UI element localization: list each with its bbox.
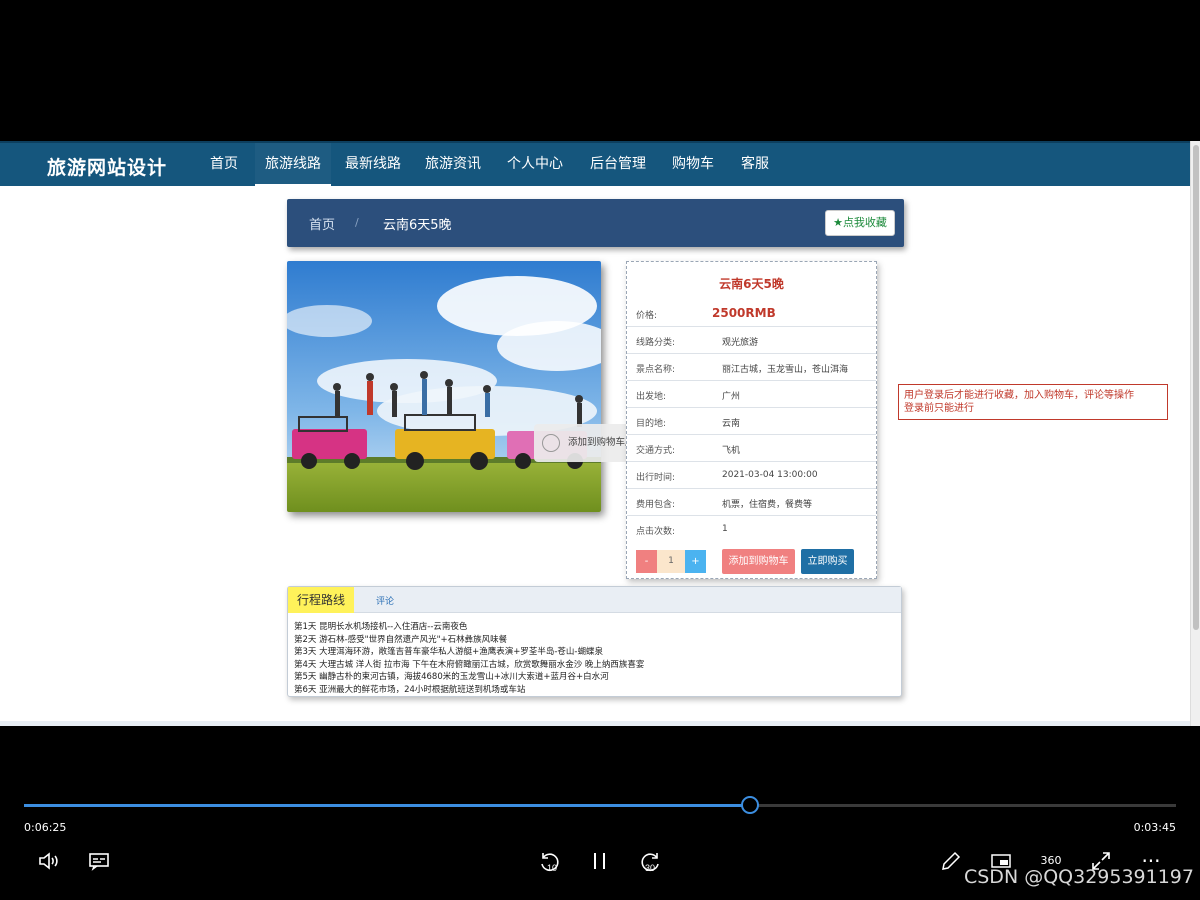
nav-home[interactable]: 首页: [200, 143, 248, 186]
tour-photo: [287, 261, 601, 512]
nav-routes[interactable]: 旅游线路: [255, 143, 331, 186]
seek-bar[interactable]: [24, 796, 1176, 814]
info-value: 云南: [722, 419, 741, 429]
remaining-time: 0:03:45: [1133, 821, 1176, 834]
info-row-transport: 交通方式: 飞机: [627, 435, 876, 462]
info-label: 价格:: [636, 311, 658, 321]
tour-photo-image: [287, 261, 601, 512]
star-icon: ★: [833, 216, 843, 229]
login-notice-line1: 用户登录后才能进行收藏，加入购物车，评论等操作: [904, 390, 1134, 401]
favorite-button-label: 点我收藏: [842, 216, 887, 229]
info-label: 点击次数:: [636, 527, 676, 537]
info-value: 观光旅游: [722, 338, 759, 348]
info-value: 丽江古城，玉龙雪山，苍山洱海: [722, 365, 849, 375]
info-row-clicks: 点击次数: 1: [627, 516, 876, 543]
info-label: 出发地:: [636, 392, 667, 402]
route-tabs-panel: 行程路线 评论 第1天 昆明长水机场接机--入住酒店--云南夜色 第2天 游石林…: [287, 586, 902, 697]
page-scrollbar[interactable]: [1190, 141, 1200, 726]
top-navbar: 旅游网站设计 首页 旅游线路 最新线路 旅游资讯 个人中心 后台管理 购物车 客…: [0, 141, 1190, 186]
subtitles-icon[interactable]: [86, 849, 112, 878]
forward-30-icon[interactable]: 30: [636, 849, 664, 880]
price-value: 2500RMB: [712, 306, 776, 320]
info-label: 费用包含:: [636, 500, 676, 510]
volume-icon[interactable]: [36, 849, 62, 878]
login-notice-line2: 登录前只能进行: [904, 403, 974, 414]
nav-customer-service[interactable]: 客服: [731, 143, 779, 186]
info-label: 景点名称:: [636, 365, 676, 375]
nav-admin[interactable]: 后台管理: [580, 143, 656, 186]
quantity-input[interactable]: 1: [657, 550, 685, 573]
breadcrumb: 首页 / 云南6天5晚 ★点我收藏: [287, 199, 904, 247]
itinerary-day: 第6天 亚洲最大的鲜花市场，24小时根据航班送到机场或车站: [294, 684, 526, 695]
smile-icon: [542, 434, 560, 452]
info-label: 交通方式:: [636, 446, 676, 456]
webpage-frame: 旅游网站设计 首页 旅游线路 最新线路 旅游资讯 个人中心 后台管理 购物车 客…: [0, 141, 1200, 726]
video-player-controls: 0:06:25 0:03:45 10 30 360 ··· CSDN @QQ32…: [0, 726, 1200, 900]
info-row-destination: 目的地: 云南: [627, 408, 876, 435]
tab-bar: 行程路线 评论: [288, 587, 901, 613]
site-brand[interactable]: 旅游网站设计: [47, 153, 167, 180]
favorite-button[interactable]: ★点我收藏: [825, 210, 895, 236]
add-to-cart-button[interactable]: 添加到购物车: [722, 549, 795, 574]
buy-now-button[interactable]: 立即购买: [801, 549, 854, 574]
seek-bar-handle[interactable]: [741, 796, 759, 814]
itinerary-day: 第3天 大理洱海环游，敞篷吉普车豪华私人游艇+渔鹰表演+罗荃半岛-苍山-蝴蝶泉: [294, 647, 603, 657]
info-row-attractions: 景点名称: 丽江古城，玉龙雪山，苍山洱海: [627, 354, 876, 381]
itinerary-list: 第1天 昆明长水机场接机--入住酒店--云南夜色 第2天 游石林-感受"世界自然…: [288, 613, 901, 696]
seek-bar-progress: [24, 804, 750, 807]
breadcrumb-home[interactable]: 首页: [309, 214, 335, 233]
tab-comment[interactable]: 评论: [376, 594, 394, 607]
rewind-10-icon[interactable]: 10: [536, 849, 564, 880]
quantity-minus-button[interactable]: -: [636, 550, 657, 573]
info-row-category: 线路分类: 观光旅游: [627, 327, 876, 354]
itinerary-day: 第1天 昆明长水机场接机--入住酒店--云南夜色: [294, 622, 468, 632]
nav-travel-news[interactable]: 旅游资讯: [415, 143, 491, 186]
pause-icon[interactable]: [590, 849, 610, 878]
info-row-travel-time: 出行时间: 2021-03-04 13:00:00: [627, 462, 876, 489]
elapsed-time: 0:06:25: [24, 821, 67, 834]
info-label: 线路分类:: [636, 338, 676, 348]
quantity-plus-button[interactable]: +: [685, 550, 706, 573]
info-value: 飞机: [722, 446, 741, 456]
itinerary-day: 第2天 游石林-感受"世界自然遗产风光"+石林彝族风味餐: [294, 634, 508, 645]
info-row-fee-includes: 费用包含: 机票，住宿费，餐费等: [627, 489, 876, 516]
pen-icon[interactable]: [938, 849, 964, 878]
info-value: 2021-03-04 13:00:00: [722, 470, 818, 480]
info-value: 1: [722, 524, 728, 534]
info-row-departure: 出发地: 广州: [627, 381, 876, 408]
breadcrumb-separator: /: [355, 216, 359, 229]
info-value: 机票，住宿费，餐费等: [722, 500, 813, 510]
breadcrumb-current: 云南6天5晚: [383, 218, 452, 233]
scrollbar-thumb[interactable]: [1193, 145, 1199, 630]
itinerary-day: 第4天 大理古城 洋人街 拉市海 下午在木府俯瞰丽江古城，欣赏歌舞丽水金沙 晚上…: [294, 659, 645, 670]
info-value: 广州: [722, 392, 741, 402]
nav-personal-center[interactable]: 个人中心: [497, 143, 573, 186]
video-letterbox-top: [0, 0, 1200, 141]
nav-cart[interactable]: 购物车: [662, 143, 724, 186]
nav-latest-routes[interactable]: 最新线路: [335, 143, 411, 186]
info-row-price: 价格: 2500RMB: [627, 300, 876, 327]
csdn-watermark: CSDN @QQ3295391197: [963, 866, 1194, 888]
login-notice: 用户登录后才能进行收藏，加入购物车，评论等操作 登录前只能进行: [898, 384, 1168, 420]
product-title: 云南6天5晚: [719, 277, 784, 291]
itinerary-day: 第5天 幽静古朴的束河古镇，海拔4680米的玉龙雪山+冰川大索道+蓝月谷+白水河: [294, 672, 609, 682]
info-label: 出行时间:: [636, 473, 676, 483]
product-info-card: 云南6天5晚 价格: 2500RMB 线路分类: 观光旅游 景点名称: 丽江古城…: [626, 261, 877, 579]
tab-route[interactable]: 行程路线: [288, 587, 354, 613]
forward-30-label: 30: [645, 863, 655, 873]
rewind-10-label: 10: [547, 863, 557, 873]
info-label: 目的地:: [636, 419, 667, 429]
